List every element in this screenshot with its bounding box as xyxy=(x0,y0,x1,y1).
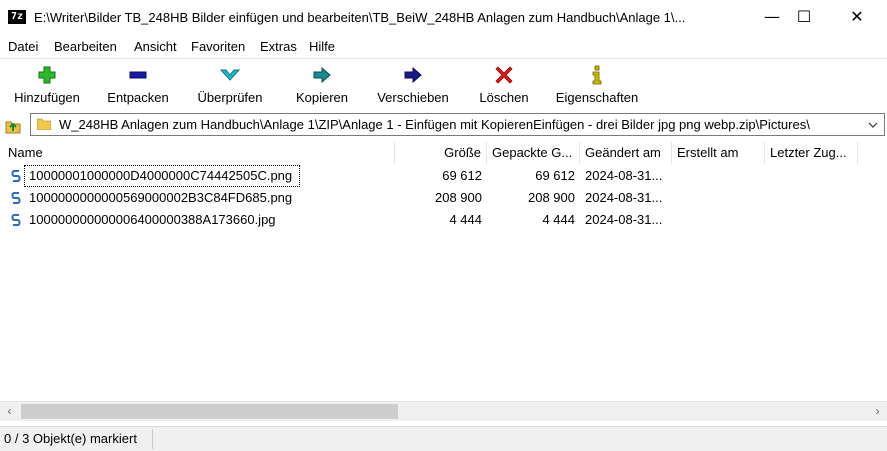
file-size: 208 900 xyxy=(435,190,482,205)
scroll-left-button[interactable]: ‹ xyxy=(0,402,19,421)
scroll-thumb[interactable] xyxy=(21,404,398,419)
file-size: 69 612 xyxy=(442,168,482,183)
minus-icon xyxy=(129,71,147,79)
address-bar: W_248HB Anlagen zum Handbuch\Anlage 1\ZI… xyxy=(0,111,887,139)
scroll-right-button[interactable]: › xyxy=(868,402,887,421)
file-modified: 2024-08-31... xyxy=(585,168,663,183)
delete-label: Löschen xyxy=(479,90,529,105)
image-file-icon xyxy=(11,192,21,204)
check-chevron-icon xyxy=(220,69,240,81)
plus-icon xyxy=(38,66,56,84)
path-combobox[interactable]: W_248HB Anlagen zum Handbuch\Anlage 1\ZI… xyxy=(30,113,885,136)
title-bar: 7z E:\Writer\Bilder TB_248HB Bilder einf… xyxy=(0,0,887,36)
move-arrow-icon xyxy=(404,66,422,84)
file-name: 100000000000006400000388A173660.jpg xyxy=(29,212,276,227)
menu-view[interactable]: Ansicht xyxy=(134,39,177,54)
selection-status: 0 / 3 Objekt(e) markiert xyxy=(4,431,137,446)
toolbar: Hinzufügen Entpacken Überprüfen Kopieren… xyxy=(0,58,887,111)
copy-label: Kopieren xyxy=(295,90,349,105)
delete-button[interactable]: Löschen xyxy=(472,61,536,109)
menu-tools[interactable]: Extras xyxy=(260,39,297,54)
menu-edit[interactable]: Bearbeiten xyxy=(54,39,117,54)
col-size[interactable]: Größe xyxy=(395,142,487,164)
close-button[interactable]: ✕ xyxy=(834,0,880,34)
menu-favorites[interactable]: Favoriten xyxy=(191,39,245,54)
info-button[interactable]: Eigenschaften xyxy=(550,61,644,109)
status-divider xyxy=(152,429,153,449)
menu-file[interactable]: Datei xyxy=(8,39,38,54)
test-label: Überprüfen xyxy=(197,90,263,105)
col-modified[interactable]: Geändert am xyxy=(580,142,672,164)
col-accessed[interactable]: Letzter Zug... xyxy=(765,142,858,164)
folder-icon xyxy=(37,118,51,130)
col-packed[interactable]: Gepackte G... xyxy=(487,142,580,164)
app-7zip-icon: 7z xyxy=(8,10,26,24)
info-icon xyxy=(592,65,602,85)
info-label: Eigenschaften xyxy=(555,90,639,105)
path-text: W_248HB Anlagen zum Handbuch\Anlage 1\ZI… xyxy=(59,117,810,132)
folder-up-icon[interactable] xyxy=(4,116,22,134)
file-name: 1000000000000569000002B3C84FD685.png xyxy=(29,190,293,205)
status-bar: 0 / 3 Objekt(e) markiert xyxy=(0,426,887,451)
image-file-icon xyxy=(11,214,21,226)
file-row[interactable]: 10000001000000D4000000C74442505C.png 69 … xyxy=(0,165,887,187)
menu-bar: Datei Bearbeiten Ansicht Favoriten Extra… xyxy=(0,36,887,58)
extract-button[interactable]: Entpacken xyxy=(100,61,176,109)
extract-label: Entpacken xyxy=(107,90,169,105)
image-file-icon xyxy=(11,170,21,182)
delete-x-icon xyxy=(495,66,513,84)
file-packed: 69 612 xyxy=(535,168,575,183)
menu-help[interactable]: Hilfe xyxy=(309,39,335,54)
add-button[interactable]: Hinzufügen xyxy=(6,61,88,109)
copy-arrow-icon xyxy=(313,66,331,84)
test-button[interactable]: Überprüfen xyxy=(188,61,272,109)
col-name[interactable]: Name xyxy=(3,142,395,164)
move-label: Verschieben xyxy=(377,90,449,105)
add-label: Hinzufügen xyxy=(14,90,80,105)
file-modified: 2024-08-31... xyxy=(585,190,663,205)
move-button[interactable]: Verschieben xyxy=(368,61,458,109)
file-row[interactable]: 1000000000000569000002B3C84FD685.png 208… xyxy=(0,187,887,209)
file-packed: 4 444 xyxy=(542,212,575,227)
file-name: 10000001000000D4000000C74442505C.png xyxy=(24,165,300,187)
copy-button[interactable]: Kopieren xyxy=(286,61,358,109)
column-header: Name Größe Gepackte G... Geändert am Ers… xyxy=(0,142,887,164)
chevron-down-icon[interactable] xyxy=(866,116,880,134)
col-created[interactable]: Erstellt am xyxy=(672,142,765,164)
file-row[interactable]: 100000000000006400000388A173660.jpg 4 44… xyxy=(0,209,887,231)
file-packed: 208 900 xyxy=(528,190,575,205)
file-modified: 2024-08-31... xyxy=(585,212,663,227)
maximize-button[interactable]: ☐ xyxy=(781,0,827,34)
window-title: E:\Writer\Bilder TB_248HB Bilder einfüge… xyxy=(34,10,686,25)
file-size: 4 444 xyxy=(449,212,482,227)
horizontal-scrollbar[interactable]: ‹ › xyxy=(0,401,887,421)
